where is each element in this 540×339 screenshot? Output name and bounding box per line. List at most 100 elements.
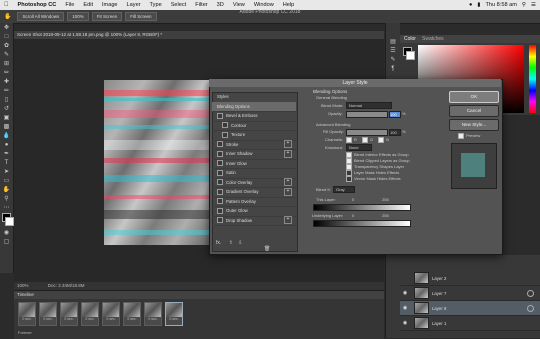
channel-g-checkbox[interactable]: [362, 137, 369, 143]
layer-row[interactable]: Layer 2: [400, 271, 540, 286]
panel-background-swatch[interactable]: [406, 51, 415, 60]
opacity-input[interactable]: 100: [389, 111, 401, 118]
timeline-frame[interactable]: 0 sec.: [123, 302, 141, 326]
loop-select[interactable]: Forever: [18, 330, 32, 335]
battery-icon[interactable]: ▮: [477, 2, 480, 8]
zoom-tool-icon[interactable]: ⚲: [0, 194, 13, 203]
knockout-select[interactable]: None: [346, 144, 372, 151]
screen-mode-icon[interactable]: ▢: [0, 237, 13, 246]
style-checkbox[interactable]: [217, 207, 223, 214]
fx-button[interactable]: fx.: [216, 240, 221, 246]
style-item-drop-shadow[interactable]: Drop Shadow +: [212, 216, 296, 226]
style-checkbox[interactable]: [217, 169, 223, 176]
layer-row[interactable]: ◉ Layer 7: [400, 286, 540, 301]
blur-tool-icon[interactable]: 💧: [0, 131, 13, 140]
blend-if-select[interactable]: Gray: [333, 186, 355, 193]
menu-help[interactable]: Help: [283, 2, 295, 8]
document-image[interactable]: [104, 80, 214, 245]
preview-checkbox[interactable]: [458, 133, 464, 139]
tab-swatches[interactable]: Swatches: [422, 36, 444, 42]
quick-select-tool-icon[interactable]: ✎: [0, 50, 13, 59]
timeline-frame[interactable]: 0 sec.: [39, 302, 57, 326]
menu-3d[interactable]: 3D: [217, 2, 224, 8]
blend-mode-select[interactable]: Normal: [346, 102, 392, 109]
layer-name[interactable]: Layer 7: [432, 291, 446, 296]
frame-visibility-toggle[interactable]: [527, 304, 534, 312]
layer-row-selected[interactable]: ◉ Layer 8: [400, 301, 540, 316]
menu-filter[interactable]: Filter: [195, 2, 207, 8]
frame-delay[interactable]: 0 sec.: [103, 317, 119, 321]
tab-color[interactable]: Color: [404, 36, 416, 42]
dodge-tool-icon[interactable]: ●: [0, 140, 13, 149]
history-panel-icon[interactable]: ▤: [386, 37, 400, 46]
timeline-frame[interactable]: 0 sec.: [102, 302, 120, 326]
add-color-overlay-icon[interactable]: +: [284, 178, 292, 187]
paragraph-panel-icon[interactable]: ¶: [386, 64, 400, 73]
timeline-frame[interactable]: 0 sec.: [81, 302, 99, 326]
app-menu[interactable]: Photoshop CC: [18, 2, 57, 8]
frame-delay[interactable]: 0 sec.: [61, 317, 77, 321]
history-brush-icon[interactable]: ↺: [0, 104, 13, 113]
eyedropper-tool-icon[interactable]: ✏: [0, 68, 13, 77]
stamp-tool-icon[interactable]: ▯: [0, 95, 13, 104]
ok-button[interactable]: OK: [449, 91, 499, 103]
menu-layer[interactable]: Layer: [127, 2, 141, 8]
menu-view[interactable]: View: [233, 2, 245, 8]
frame-delay[interactable]: 0 sec.: [166, 317, 182, 321]
frame-delay[interactable]: 0 sec.: [145, 317, 161, 321]
frame-delay[interactable]: 0 sec.: [40, 317, 56, 321]
layer-name[interactable]: Layer 1: [432, 321, 446, 326]
underlying-layer-slider[interactable]: [313, 220, 411, 227]
wifi-icon[interactable]: ●: [469, 2, 472, 8]
fill-opacity-slider[interactable]: [346, 129, 388, 136]
style-checkbox[interactable]: [217, 160, 223, 167]
frame-visibility-toggle[interactable]: [527, 289, 534, 297]
marquee-tool-icon[interactable]: □: [0, 32, 13, 41]
fill-opacity-input[interactable]: 100: [389, 129, 401, 136]
layer-name[interactable]: Layer 8: [432, 306, 446, 311]
option-vector-mask[interactable]: Vector Mask Hides Effects: [346, 176, 401, 182]
gradient-tool-icon[interactable]: ▩: [0, 122, 13, 131]
clock[interactable]: Thu 8:58 am: [485, 2, 516, 8]
menu-select[interactable]: Select: [171, 2, 187, 8]
new-style-button[interactable]: New Style...: [449, 119, 499, 131]
move-tool-icon[interactable]: ✥: [0, 23, 13, 32]
style-checkbox[interactable]: [217, 188, 223, 195]
frame-delay[interactable]: 0 sec.: [19, 317, 35, 321]
quick-mask-icon[interactable]: ◉: [0, 228, 13, 237]
frame-delay[interactable]: 0 sec.: [82, 317, 98, 321]
timeline-frame-selected[interactable]: 0 sec.: [165, 302, 183, 326]
hue-slider[interactable]: [529, 45, 536, 113]
cancel-button[interactable]: Cancel: [449, 105, 499, 117]
eye-icon[interactable]: ◉: [400, 290, 410, 296]
add-gradient-overlay-icon[interactable]: +: [284, 187, 292, 196]
status-zoom[interactable]: 100%: [17, 283, 29, 288]
menu-type[interactable]: Type: [150, 2, 162, 8]
shape-tool-icon[interactable]: ▭: [0, 176, 13, 185]
timeline-frame[interactable]: 0 sec.: [144, 302, 162, 326]
style-checkbox[interactable]: [222, 122, 228, 129]
timeline-frame[interactable]: 0 sec.: [60, 302, 78, 326]
timeline-frame[interactable]: 0 sec.: [18, 302, 36, 326]
style-checkbox[interactable]: [217, 217, 223, 224]
style-checkbox[interactable]: [217, 112, 223, 119]
add-drop-shadow-icon[interactable]: +: [284, 216, 292, 225]
style-checkbox[interactable]: [217, 179, 223, 186]
move-up-icon[interactable]: ⇧: [229, 240, 233, 246]
type-tool-icon[interactable]: T: [0, 158, 13, 167]
preview-option[interactable]: Preview: [458, 133, 480, 139]
style-checkbox[interactable]: [217, 198, 223, 205]
style-checkbox[interactable]: [217, 141, 223, 148]
healing-tool-icon[interactable]: ✚: [0, 77, 13, 86]
color-swatches[interactable]: [0, 212, 14, 228]
style-checkbox[interactable]: [222, 131, 228, 138]
pen-tool-icon[interactable]: ✒: [0, 149, 13, 158]
opacity-slider[interactable]: [346, 111, 388, 118]
eraser-tool-icon[interactable]: ▣: [0, 113, 13, 122]
style-checkbox[interactable]: [217, 150, 223, 157]
trash-icon[interactable]: 🗑: [264, 246, 270, 252]
menu-image[interactable]: Image: [102, 2, 118, 8]
eye-icon[interactable]: ◉: [400, 320, 410, 326]
hand-tool-icon-2[interactable]: ✋: [0, 185, 13, 194]
add-inner-shadow-icon[interactable]: +: [284, 149, 292, 158]
